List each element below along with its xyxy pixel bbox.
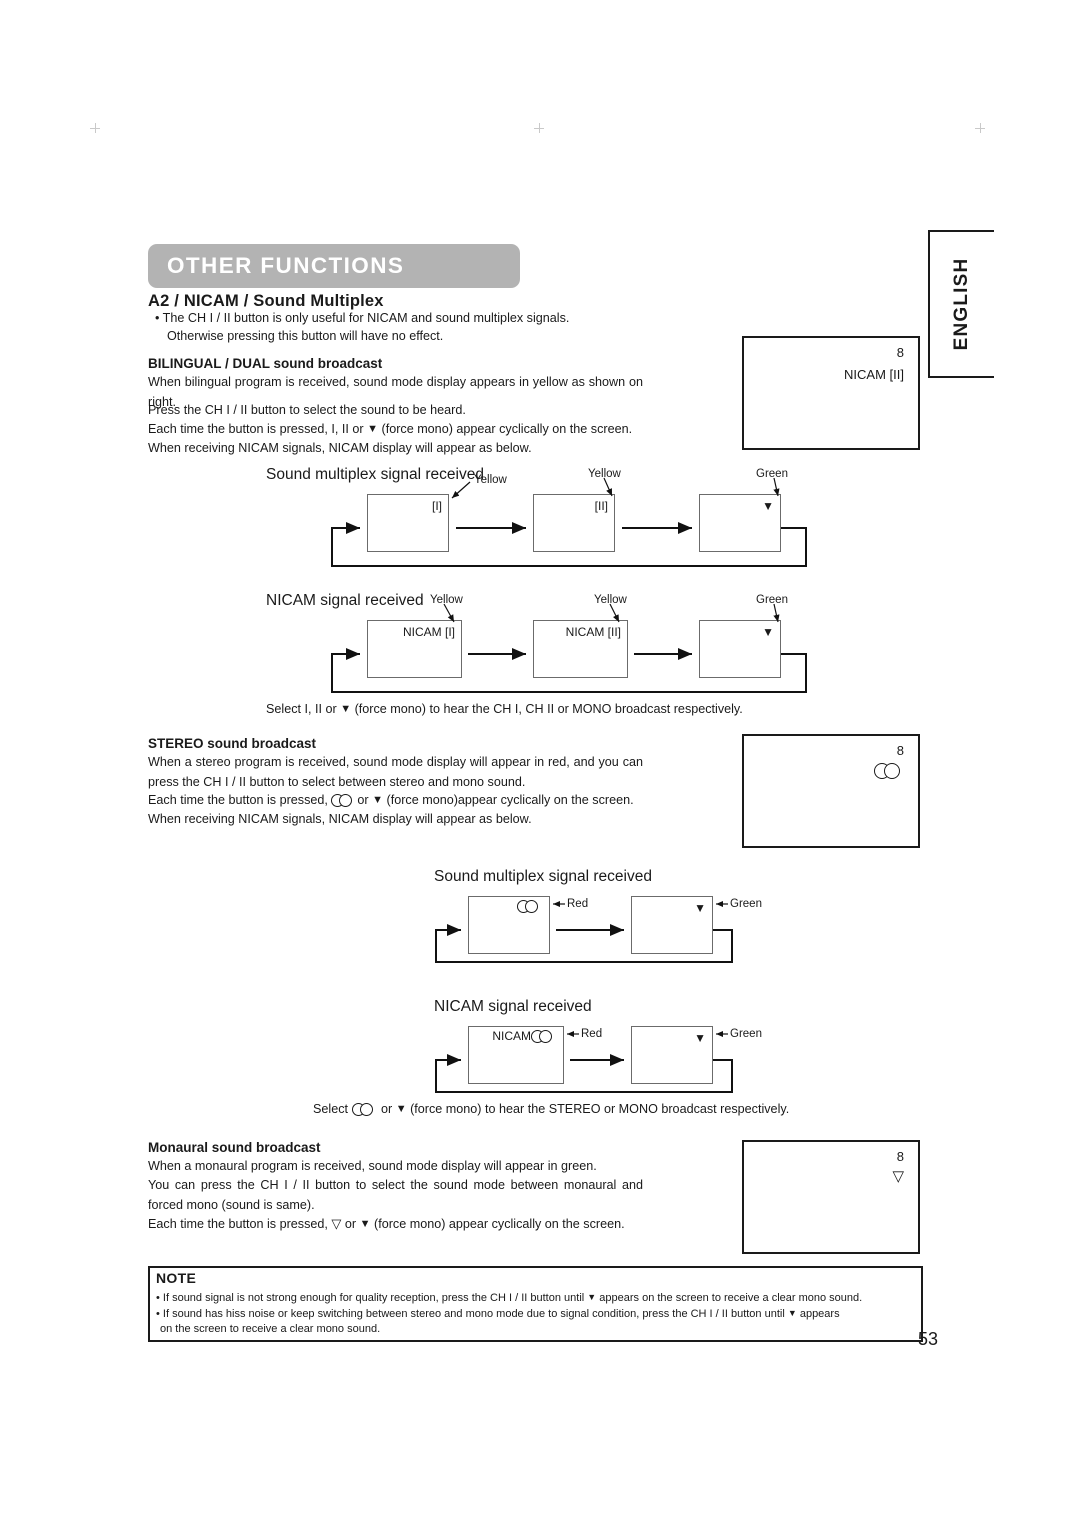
crop-mark-top-center-v xyxy=(539,123,540,133)
note-item-2-continued: on the screen to receive a clear mono so… xyxy=(160,1323,381,1335)
solid-triangle-icon: ▼ xyxy=(340,703,352,715)
tv-channel-number: 8 xyxy=(896,1149,904,1164)
stereo-select-c: (force mono) to hear the STEREO or MONO … xyxy=(410,1102,790,1116)
diagram-connectors xyxy=(331,603,807,693)
note-item-2-a: • If sound has hiss noise or keep switch… xyxy=(156,1308,785,1320)
note-item-1: • If sound signal is not strong enough f… xyxy=(156,1290,918,1306)
stereo-para-2-c: (force mono)appear cyclically on the scr… xyxy=(386,793,634,807)
section-header-bar: OTHER FUNCTIONS xyxy=(148,244,520,288)
solid-triangle-icon: ▼ xyxy=(359,1218,371,1230)
monaural-para-3: Each time the button is pressed, ▽ or ▼ … xyxy=(148,1214,768,1235)
solid-triangle-icon: ▼ xyxy=(787,1308,797,1318)
solid-triangle-icon: ▼ xyxy=(367,423,378,435)
diagram-connectors xyxy=(331,477,807,567)
language-tab-label: ENGLISH xyxy=(951,257,972,351)
solid-triangle-icon: ▼ xyxy=(587,1292,597,1302)
intro-bullet-line-2: Otherwise pressing this button will have… xyxy=(167,329,444,343)
stereo-select-line: Select or ▼ (force mono) to hear the STE… xyxy=(313,1100,953,1120)
diagram-connectors xyxy=(435,900,733,963)
intro-bullet-line-1: • The CH I / II button is only useful fo… xyxy=(155,311,570,325)
note-item-2: • If sound has hiss noise or keep switch… xyxy=(156,1306,918,1322)
monaural-para-3-c: (force mono) appear cyclically on the sc… xyxy=(374,1217,625,1231)
diagram-connectors xyxy=(435,1030,733,1093)
tv-screen-monaural: 8 ▽ xyxy=(742,1140,920,1254)
monaural-para-2: You can press the CH I / II button to se… xyxy=(148,1178,643,1212)
tv-screen-bilingual: 8 NICAM [II] xyxy=(742,336,920,450)
stereo-para-3: When receiving NICAM signals, NICAM disp… xyxy=(148,812,532,826)
bilingual-select-line: Select I, II or ▼ (force mono) to hear t… xyxy=(266,700,906,720)
stereo-para-2: Each time the button is pressed, or ▼ (f… xyxy=(148,791,768,811)
tv-sound-mode: NICAM [II] xyxy=(844,367,904,382)
diagram-bilingual-nicam: NICAM signal received NICAM [I] NICAM [I… xyxy=(266,592,816,697)
tv-screen-stereo: 8 xyxy=(742,734,920,848)
page-number: 53 xyxy=(918,1329,939,1349)
stereo-para-2-b: or xyxy=(357,793,369,807)
tv-sound-mode: ▽ xyxy=(892,1167,904,1185)
bilingual-para-2: Press the CH I / II button to select the… xyxy=(148,403,466,417)
tv-channel-number: 8 xyxy=(896,345,904,360)
note-title: NOTE xyxy=(156,1270,197,1286)
monaural-para-1: When a monaural program is received, sou… xyxy=(148,1159,597,1173)
solid-triangle-icon: ▼ xyxy=(372,794,384,806)
bilingual-para-3: Each time the button is pressed, I, II o… xyxy=(148,420,748,440)
stereo-heading: STEREO sound broadcast xyxy=(148,736,317,751)
monaural-heading: Monaural sound broadcast xyxy=(148,1140,321,1155)
crop-mark-top-left-v xyxy=(95,123,96,133)
stereo-select-b: or xyxy=(381,1102,393,1116)
monaural-para-3-b: or xyxy=(344,1217,357,1231)
bilingual-para-3-a: Each time the button is pressed, I, II o… xyxy=(148,422,364,436)
diagram-stereo-multiplex: Sound multiplex signal received ▼ Red Gr… xyxy=(434,868,762,968)
hollow-triangle-icon: ▽ xyxy=(892,1168,904,1185)
note-item-1-b: appears on the screen to receive a clear… xyxy=(599,1292,863,1304)
diagram-bilingual-multiplex: Sound multiplex signal received [I] [II]… xyxy=(266,466,816,571)
tv-channel-number: 8 xyxy=(896,743,904,758)
note-item-2-b: appears xyxy=(799,1308,840,1320)
note-box: NOTE • If sound signal is not strong eno… xyxy=(148,1266,923,1342)
language-tab: ENGLISH xyxy=(928,230,994,378)
solid-triangle-icon: ▼ xyxy=(395,1103,407,1115)
monaural-para-3-a: Each time the button is pressed, xyxy=(148,1217,328,1231)
stereo-icon xyxy=(331,794,357,807)
section-title: OTHER FUNCTIONS xyxy=(167,253,405,278)
bilingual-heading: BILINGUAL / DUAL sound broadcast xyxy=(148,356,383,371)
stereo-select-a: Select xyxy=(313,1102,349,1116)
note-item-1-a: • If sound signal is not strong enough f… xyxy=(156,1292,585,1304)
hollow-triangle-icon: ▽ xyxy=(331,1216,342,1231)
stereo-icon xyxy=(874,763,904,779)
bilingual-para-4: When receiving NICAM signals, NICAM disp… xyxy=(148,441,532,455)
bilingual-select-b: (force mono) to hear the CH I, CH II or … xyxy=(354,702,743,716)
bilingual-select-a: Select I, II or xyxy=(266,702,337,716)
manual-page: ENGLISH OTHER FUNCTIONS A2 / NICAM / Sou… xyxy=(0,0,1080,1528)
crop-mark-top-right-v xyxy=(980,123,981,133)
diagram-stereo-nicam: NICAM signal received NICAM ▼ Red Green xyxy=(434,998,762,1098)
stereo-para-1: When a stereo program is received, sound… xyxy=(148,755,643,789)
tv-sound-mode xyxy=(874,763,904,779)
bilingual-para-3-b: (force mono) appear cyclically on the sc… xyxy=(381,422,633,436)
stereo-icon xyxy=(351,1103,378,1116)
stereo-para-2-a: Each time the button is pressed, xyxy=(148,793,328,807)
